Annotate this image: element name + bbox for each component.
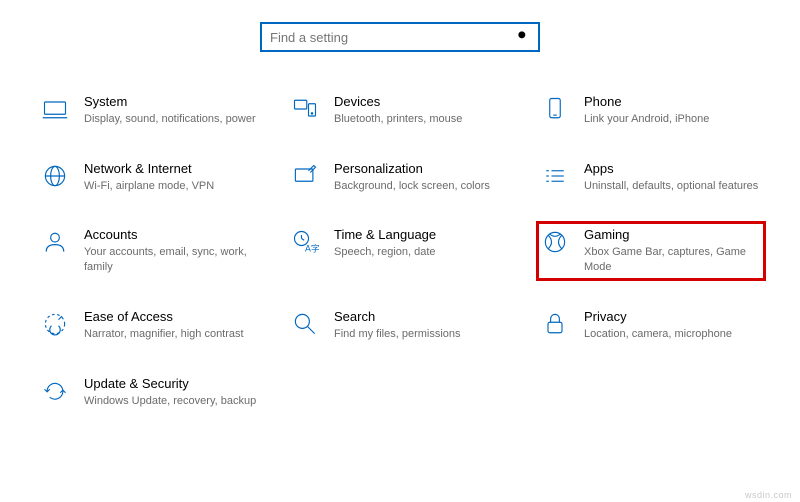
category-apps[interactable]: Apps Uninstall, defaults, optional featu… — [536, 155, 766, 200]
update-security-icon — [40, 376, 70, 406]
apps-icon — [540, 161, 570, 191]
phone-icon — [540, 94, 570, 124]
category-title: Devices — [334, 94, 512, 111]
category-title: Ease of Access — [84, 309, 262, 326]
category-desc: Wi-Fi, airplane mode, VPN — [84, 179, 262, 194]
category-title: Accounts — [84, 227, 262, 244]
svg-text:A字: A字 — [305, 243, 319, 254]
category-title: Apps — [584, 161, 762, 178]
settings-grid: System Display, sound, notifications, po… — [0, 64, 800, 415]
network-icon — [40, 161, 70, 191]
category-desc: Link your Android, iPhone — [584, 112, 762, 127]
category-desc: Your accounts, email, sync, work, family — [84, 245, 262, 275]
category-network[interactable]: Network & Internet Wi-Fi, airplane mode,… — [36, 155, 266, 200]
category-title: Time & Language — [334, 227, 512, 244]
category-system[interactable]: System Display, sound, notifications, po… — [36, 88, 266, 133]
search-box[interactable] — [260, 22, 540, 52]
gaming-icon — [540, 227, 570, 257]
system-icon — [40, 94, 70, 124]
category-desc: Uninstall, defaults, optional features — [584, 179, 762, 194]
privacy-icon — [540, 309, 570, 339]
search-icon — [516, 29, 530, 46]
category-desc: Windows Update, recovery, backup — [84, 394, 262, 409]
category-title: Gaming — [584, 227, 762, 244]
personalization-icon — [290, 161, 320, 191]
category-title: Phone — [584, 94, 762, 111]
category-update-security[interactable]: Update & Security Windows Update, recove… — [36, 370, 266, 415]
time-language-icon: A字 — [290, 227, 320, 257]
category-ease-of-access[interactable]: Ease of Access Narrator, magnifier, high… — [36, 303, 266, 348]
category-desc: Speech, region, date — [334, 245, 512, 260]
category-privacy[interactable]: Privacy Location, camera, microphone — [536, 303, 766, 348]
devices-icon — [290, 94, 320, 124]
category-desc: Display, sound, notifications, power — [84, 112, 262, 127]
ease-of-access-icon — [40, 309, 70, 339]
category-title: Privacy — [584, 309, 762, 326]
watermark: wsdin.com — [745, 490, 792, 500]
category-time-language[interactable]: A字 Time & Language Speech, region, date — [286, 221, 516, 281]
search-bar-container — [0, 0, 800, 64]
category-title: Update & Security — [84, 376, 262, 393]
category-title: System — [84, 94, 262, 111]
category-accounts[interactable]: Accounts Your accounts, email, sync, wor… — [36, 221, 266, 281]
category-search[interactable]: Search Find my files, permissions — [286, 303, 516, 348]
category-desc: Find my files, permissions — [334, 327, 512, 342]
accounts-icon — [40, 227, 70, 257]
category-desc: Location, camera, microphone — [584, 327, 762, 342]
category-devices[interactable]: Devices Bluetooth, printers, mouse — [286, 88, 516, 133]
category-gaming[interactable]: Gaming Xbox Game Bar, captures, Game Mod… — [536, 221, 766, 281]
category-desc: Bluetooth, printers, mouse — [334, 112, 512, 127]
search-category-icon — [290, 309, 320, 339]
search-input[interactable] — [270, 30, 516, 45]
category-phone[interactable]: Phone Link your Android, iPhone — [536, 88, 766, 133]
category-personalization[interactable]: Personalization Background, lock screen,… — [286, 155, 516, 200]
category-desc: Background, lock screen, colors — [334, 179, 512, 194]
category-title: Search — [334, 309, 512, 326]
category-desc: Xbox Game Bar, captures, Game Mode — [584, 245, 762, 275]
category-title: Personalization — [334, 161, 512, 178]
category-desc: Narrator, magnifier, high contrast — [84, 327, 262, 342]
category-title: Network & Internet — [84, 161, 262, 178]
